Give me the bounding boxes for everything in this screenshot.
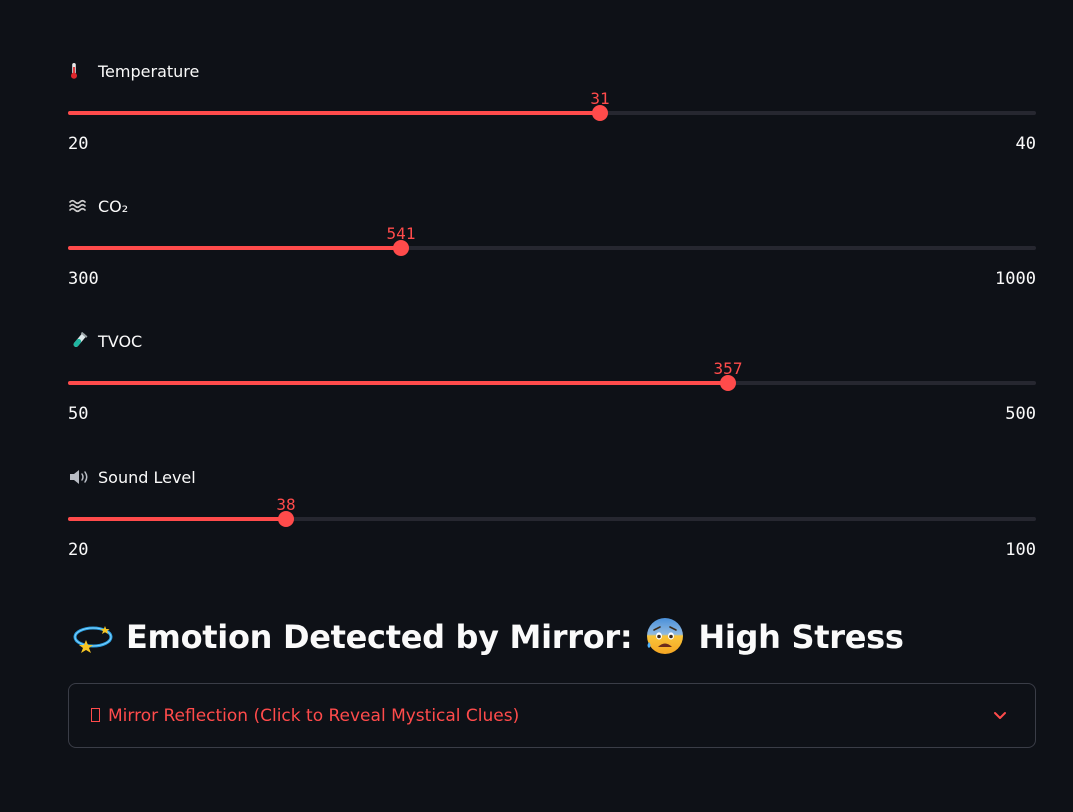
slider-label: CO₂	[68, 197, 128, 217]
co2-slider: CO₂ 541 300 1000	[68, 197, 1036, 307]
co2-value: 541	[386, 224, 416, 243]
emotion-state: High Stress	[698, 618, 904, 656]
tvoc-min: 50	[68, 404, 89, 424]
sound-level-slider: Sound Level 38 20 100	[68, 468, 1036, 578]
temperature-slider: Temperature 31 20 40	[68, 62, 1036, 172]
temperature-label: Temperature	[98, 62, 200, 81]
temperature-value: 31	[590, 89, 610, 108]
tvoc-track[interactable]	[68, 375, 1036, 391]
temperature-track[interactable]	[68, 105, 1036, 121]
tvoc-fill	[68, 381, 728, 385]
emotion-prefix: Emotion Detected by Mirror:	[126, 618, 633, 656]
temperature-fill	[68, 111, 600, 115]
sound-level-max: 100	[1005, 540, 1036, 560]
co2-track[interactable]	[68, 240, 1036, 256]
tvoc-slider: TVOC 357 50 500	[68, 332, 1036, 442]
tvoc-value: 357	[713, 359, 743, 378]
co2-min: 300	[68, 269, 99, 289]
tvoc-label: TVOC	[98, 332, 143, 351]
temperature-max: 40	[1015, 134, 1036, 154]
emotion-heading: Emotion Detected by Mirror: High Stress	[72, 614, 904, 660]
slider-label: Sound Level	[68, 468, 196, 488]
co2-max: 1000	[995, 269, 1036, 289]
slider-label: Temperature	[68, 62, 199, 82]
speaker-icon	[70, 470, 88, 484]
sound-level-track[interactable]	[68, 511, 1036, 527]
thermometer-icon	[71, 63, 77, 79]
missing-glyph-icon	[91, 708, 100, 722]
sound-level-fill	[68, 517, 286, 521]
chevron-down-icon[interactable]	[991, 706, 1009, 724]
wavy-lines-icon	[69, 199, 86, 213]
dizzy-star-icon	[73, 626, 113, 653]
tvoc-max: 500	[1005, 404, 1036, 424]
expander-label: Mirror Reflection (Click to Reveal Mysti…	[91, 705, 519, 727]
sound-level-label: Sound Level	[98, 468, 196, 487]
mirror-reflection-expander[interactable]: Mirror Reflection (Click to Reveal Mysti…	[68, 683, 1036, 748]
temperature-min: 20	[68, 134, 89, 154]
co2-label: CO₂	[98, 197, 129, 216]
sound-level-value: 38	[276, 495, 296, 514]
co2-fill	[68, 246, 401, 250]
slider-label: TVOC	[68, 332, 142, 352]
expander-label-text: Mirror Reflection (Click to Reveal Mysti…	[108, 706, 520, 726]
test-tube-icon	[73, 332, 88, 347]
sound-level-min: 20	[68, 540, 89, 560]
anxious-sweat-face-icon	[647, 618, 684, 654]
